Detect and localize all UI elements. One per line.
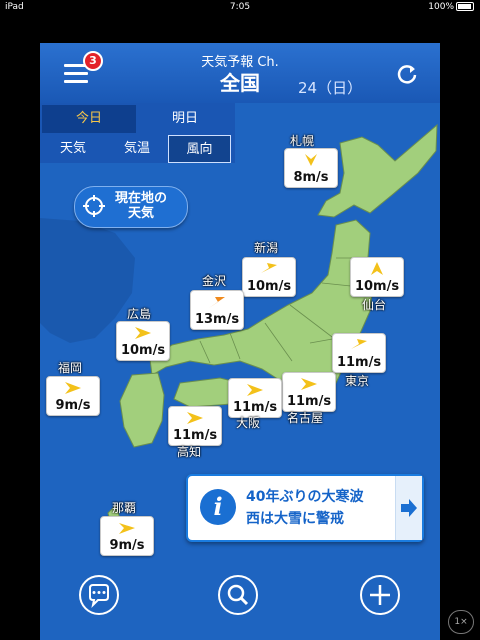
wind-card-hiroshima[interactable]: 10m/s bbox=[116, 321, 170, 361]
wind-speed: 11m/s bbox=[286, 394, 332, 409]
wind-speed: 11m/s bbox=[336, 355, 382, 370]
wind-card-kochi[interactable]: 11m/s bbox=[168, 406, 222, 446]
wind-arrow-icon bbox=[371, 262, 383, 275]
wind-arrow-icon bbox=[209, 297, 225, 308]
info-icon: i bbox=[200, 489, 236, 525]
wind-speed: 11m/s bbox=[232, 400, 278, 415]
city-label-osaka: 大阪 bbox=[236, 416, 261, 430]
bottom-toolbar bbox=[40, 573, 440, 640]
search-icon[interactable] bbox=[218, 575, 258, 615]
wind-speed: 9m/s bbox=[55, 398, 91, 413]
wind-arrow-icon bbox=[65, 382, 81, 394]
current-location-button[interactable]: 現在地の 天気 bbox=[74, 186, 188, 228]
crosshair-icon bbox=[83, 195, 105, 217]
city-label-sendai: 仙台 bbox=[362, 298, 387, 312]
wind-speed: 13m/s bbox=[194, 312, 240, 327]
alert-headline: 40年ぶりの大寒波 bbox=[246, 489, 364, 505]
status-bar: iPad 7:05 100% bbox=[0, 0, 480, 14]
wind-speed: 9m/s bbox=[109, 538, 145, 553]
wind-card-naha[interactable]: 9m/s bbox=[100, 516, 154, 556]
tab-temperature[interactable]: 気温 bbox=[106, 135, 168, 163]
battery-indicator: 100% bbox=[428, 0, 474, 14]
tab-weather[interactable]: 天気 bbox=[42, 135, 104, 163]
wind-card-tokyo[interactable]: 11m/s bbox=[332, 333, 386, 373]
tab-wind-direction[interactable]: 風向 bbox=[168, 135, 231, 163]
battery-icon bbox=[456, 2, 474, 11]
wind-arrow-icon bbox=[187, 412, 203, 424]
wind-card-nagoya[interactable]: 11m/s bbox=[282, 372, 336, 412]
city-label-naha: 那覇 bbox=[112, 501, 137, 515]
wind-card-sapporo[interactable]: 8m/s bbox=[284, 148, 338, 188]
wind-speed: 10m/s bbox=[354, 279, 400, 294]
wind-arrow-icon bbox=[261, 263, 277, 273]
tab-tomorrow[interactable]: 明日 bbox=[138, 105, 232, 133]
arrow-right-icon bbox=[395, 476, 422, 540]
current-location-label: 現在地の 天気 bbox=[115, 191, 168, 221]
city-label-hiroshima: 広島 bbox=[127, 307, 152, 321]
city-label-tokyo: 東京 bbox=[345, 374, 370, 388]
city-label-nagoya: 名古屋 bbox=[287, 411, 324, 425]
tab-panel: 今日 明日 天気 気温 風向 bbox=[40, 103, 235, 163]
weather-app: 3 天気予報 Ch. 全国 24（日） 今日 明日 天気 気温 風向 現在地の天… bbox=[40, 43, 440, 640]
city-label-kanazawa: 金沢 bbox=[202, 274, 227, 288]
wind-speed: 10m/s bbox=[246, 279, 292, 294]
zoom-toggle-button[interactable]: 1× bbox=[448, 610, 474, 634]
wind-card-kanazawa[interactable]: 13m/s bbox=[190, 290, 244, 330]
tab-today[interactable]: 今日 bbox=[42, 105, 136, 133]
city-label-sapporo: 札幌 bbox=[290, 134, 315, 148]
wind-speed: 11m/s bbox=[172, 428, 218, 443]
chat-icon[interactable] bbox=[79, 575, 119, 615]
page-title: 全国 bbox=[220, 71, 260, 95]
wind-speed: 8m/s bbox=[293, 170, 329, 185]
date-label: 24（日） bbox=[298, 79, 363, 97]
wind-arrow-icon bbox=[305, 154, 317, 166]
wind-card-osaka[interactable]: 11m/s bbox=[228, 378, 282, 418]
wind-arrow-icon bbox=[135, 327, 151, 339]
wind-speed: 10m/s bbox=[120, 343, 166, 358]
wind-arrow-icon bbox=[351, 339, 367, 349]
wind-arrow-icon bbox=[119, 523, 135, 534]
app-header: 3 天気予報 Ch. 全国 24（日） bbox=[40, 43, 440, 103]
wind-card-fukuoka[interactable]: 9m/s bbox=[46, 376, 100, 416]
wind-card-niigata[interactable]: 10m/s bbox=[242, 257, 296, 297]
plus-icon[interactable] bbox=[360, 575, 400, 615]
wind-arrow-icon bbox=[301, 378, 317, 390]
wind-card-sendai[interactable]: 10m/s bbox=[350, 257, 404, 297]
wind-arrow-icon bbox=[247, 384, 263, 396]
clock: 7:05 bbox=[229, 2, 251, 12]
city-label-niigata: 新潟 bbox=[254, 241, 279, 255]
alert-subline: 西は大雪に警戒 bbox=[246, 511, 344, 527]
refresh-icon[interactable] bbox=[396, 63, 418, 85]
weather-alert-banner[interactable]: i 40年ぶりの大寒波 西は大雪に警戒 bbox=[186, 474, 424, 542]
city-label-kochi: 高知 bbox=[177, 445, 202, 459]
city-label-fukuoka: 福岡 bbox=[58, 361, 83, 375]
battery-percent: 100% bbox=[428, 2, 454, 12]
